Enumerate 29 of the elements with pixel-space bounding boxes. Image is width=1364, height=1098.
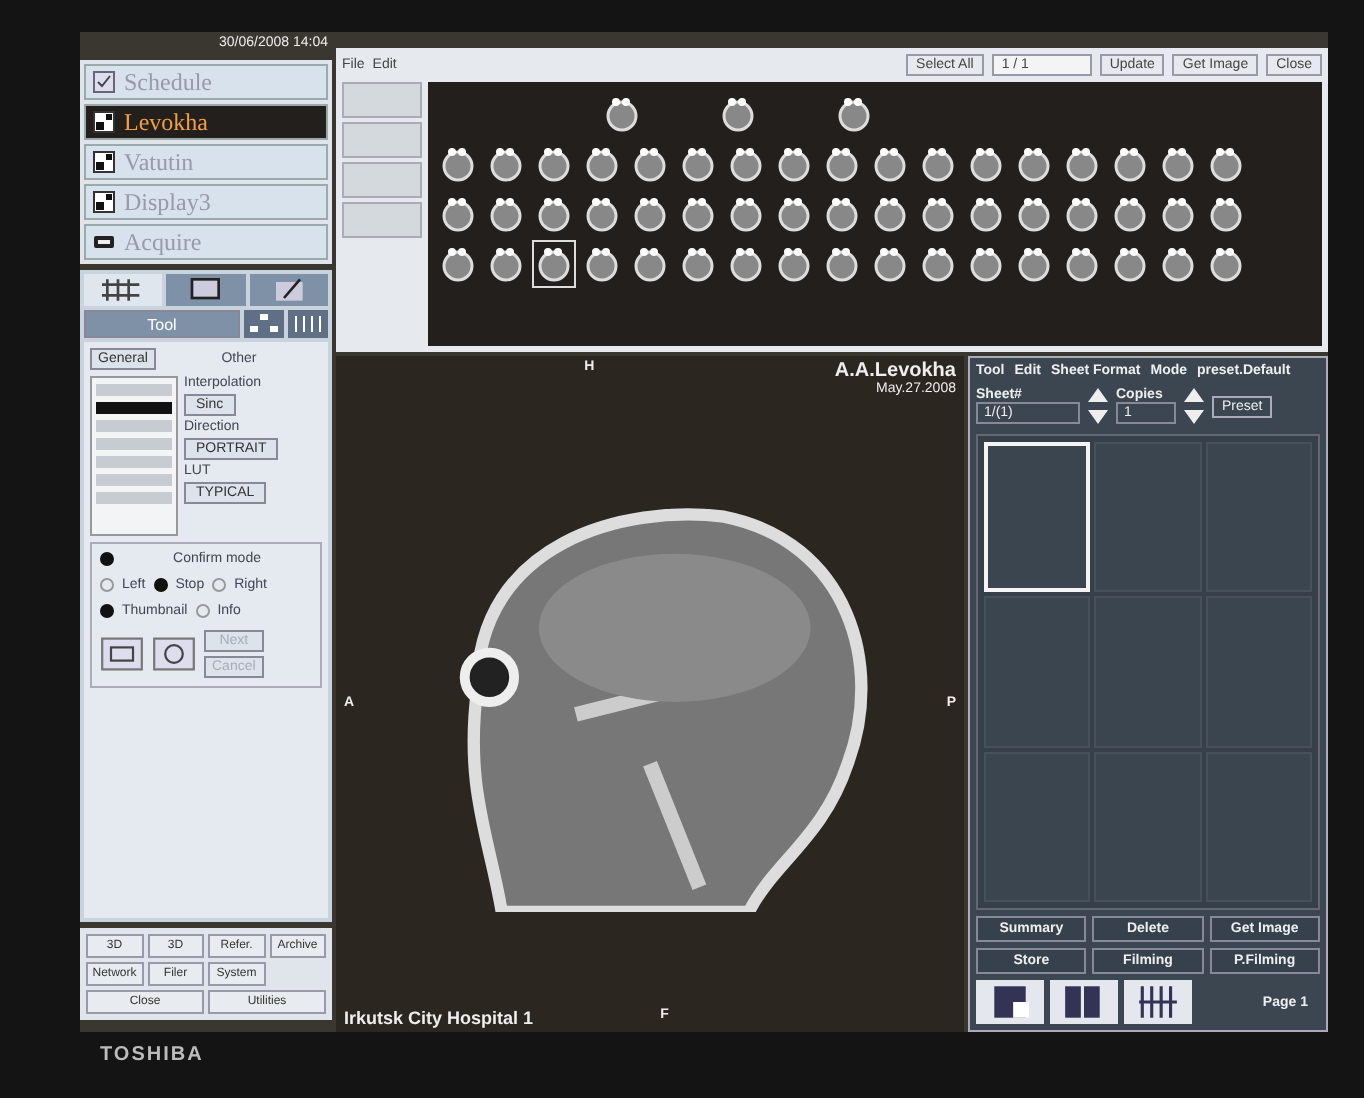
patient-list-item[interactable]: Levokha (84, 104, 328, 140)
checklist-icon (92, 70, 116, 94)
list-box[interactable] (90, 376, 178, 536)
radio-button[interactable] (153, 578, 168, 592)
rectangle-tool-icon[interactable] (100, 636, 144, 672)
film-icon (92, 150, 116, 174)
nodes-icon[interactable] (244, 310, 284, 338)
grid-icon[interactable] (1124, 980, 1192, 1024)
spinner-arrows-icon[interactable] (1182, 384, 1206, 428)
radio-button[interactable] (212, 578, 227, 592)
confirm-mode-checkbox[interactable] (100, 552, 114, 566)
checkbox[interactable] (100, 604, 114, 618)
spinner-arrows-icon[interactable] (1086, 384, 1110, 428)
hospital-name: Irkutsk City Hospital 1 (344, 1008, 534, 1028)
columns-icon[interactable] (288, 310, 328, 338)
radio-button[interactable] (100, 578, 114, 592)
film-layout-icon[interactable] (976, 980, 1044, 1024)
pen-icon[interactable] (249, 274, 328, 306)
circle-tool-icon[interactable] (152, 636, 196, 672)
patient-name: A.A.Levokha (834, 360, 956, 382)
brand-label: TOSHIBA (98, 1042, 206, 1070)
monitor-icon[interactable] (166, 274, 246, 306)
film-layout-icon[interactable] (1050, 980, 1118, 1024)
thumbnail[interactable] (532, 240, 576, 288)
film-icon (92, 190, 116, 214)
grid-icon[interactable] (84, 274, 163, 306)
scanner-icon (92, 230, 116, 254)
checkbox[interactable] (195, 604, 210, 618)
film-icon (92, 110, 116, 134)
